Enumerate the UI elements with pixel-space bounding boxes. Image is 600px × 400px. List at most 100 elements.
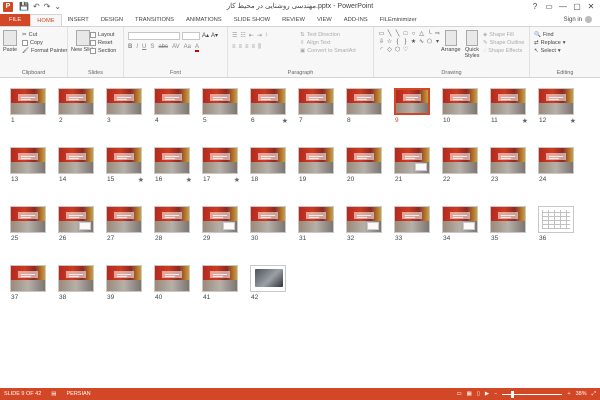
convert-smartart-button[interactable]: ▣ Convert to SmartArt (300, 47, 356, 55)
minimize-button[interactable]: — (556, 0, 570, 12)
shape-effects-button[interactable]: ◌ Shape Effects (483, 47, 524, 55)
shape-textbox-icon[interactable]: ▭ (378, 30, 385, 37)
font-color-icon[interactable]: A (194, 44, 199, 52)
align-center-icon[interactable]: ≡ (239, 44, 243, 51)
slide-preview[interactable] (106, 265, 142, 292)
layout-button[interactable]: Layout (90, 31, 116, 39)
change-case-icon[interactable]: Aa (184, 44, 191, 52)
slide-thumbnail[interactable]: 5 (202, 88, 238, 124)
slide-preview[interactable] (106, 206, 142, 233)
decrease-font-icon[interactable]: A▾ (211, 32, 218, 40)
reading-view-icon[interactable]: ▯ (477, 391, 480, 397)
tab-review[interactable]: REVIEW (276, 14, 311, 26)
slide-preview[interactable] (442, 206, 478, 233)
numbering-icon[interactable]: ☷ (240, 32, 245, 39)
animation-star-icon[interactable]: ★ (186, 176, 192, 184)
slide-thumbnail[interactable]: 15 ★ (106, 147, 144, 184)
slide-preview[interactable] (106, 88, 142, 115)
shape-hexagon-icon[interactable]: ⬡ (394, 46, 401, 53)
shape-more-icon[interactable]: ▾ (434, 38, 441, 45)
save-icon[interactable]: 💾 (19, 2, 29, 11)
shape-triangle-icon[interactable]: △ (418, 30, 425, 37)
slide-preview[interactable] (202, 88, 238, 115)
language-status[interactable]: PERSIAN (67, 391, 91, 397)
tab-home[interactable]: HOME (30, 14, 62, 26)
slide-preview[interactable] (538, 147, 574, 174)
increase-font-icon[interactable]: A▴ (202, 32, 209, 40)
cut-button[interactable]: ✂ Cut (22, 31, 67, 39)
maximize-button[interactable]: ▢ (570, 0, 584, 12)
zoom-slider-thumb[interactable] (510, 390, 514, 398)
shape-star-icon[interactable]: ☆ (386, 38, 393, 45)
sign-in-link[interactable]: Sign in (564, 16, 592, 23)
slide-thumbnail[interactable]: 39 (106, 265, 142, 301)
columns-icon[interactable]: ⫼ (258, 44, 261, 51)
animation-star-icon[interactable]: ★ (138, 176, 144, 184)
slide-sorter-view-icon[interactable]: ▦ (467, 391, 472, 397)
slide-thumbnail[interactable]: 41 (202, 265, 238, 301)
slide-thumbnail[interactable]: 1 (10, 88, 46, 124)
shape-arrow-icon[interactable]: ⇨ (434, 30, 441, 37)
replace-button[interactable]: ⇄ Replace ▾ (534, 39, 566, 47)
tab-animations[interactable]: ANIMATIONS (180, 14, 228, 26)
slide-thumbnail[interactable]: 17 ★ (202, 147, 240, 184)
slide-thumbnail[interactable]: 7 (298, 88, 334, 124)
slide-preview[interactable] (250, 88, 286, 115)
slide-thumbnail[interactable]: 13 (10, 147, 46, 183)
find-button[interactable]: 🔍 Find (534, 31, 566, 39)
slide-preview[interactable] (58, 88, 94, 115)
slide-thumbnail[interactable]: 36 (538, 206, 574, 242)
slide-thumbnail[interactable]: 28 (154, 206, 190, 242)
slide-thumbnail[interactable]: 9 (393, 87, 431, 124)
slide-thumbnail[interactable]: 24 (538, 147, 574, 183)
slide-thumbnail[interactable]: 34 (442, 206, 478, 242)
customize-qat-icon[interactable]: ⌄ (54, 2, 61, 11)
animation-star-icon[interactable]: ★ (570, 117, 576, 125)
slide-preview[interactable] (154, 88, 190, 115)
zoom-level[interactable]: 38% (576, 391, 587, 397)
slide-thumbnail[interactable]: 27 (106, 206, 142, 242)
shape-oval-icon[interactable]: ○ (410, 30, 417, 37)
slide-preview[interactable] (538, 88, 574, 115)
slide-thumbnail[interactable]: 25 (10, 206, 46, 242)
shape-rect-icon[interactable]: □ (402, 30, 409, 37)
slide-thumbnail[interactable]: 31 (298, 206, 334, 242)
slide-thumbnail[interactable]: 38 (58, 265, 94, 301)
slide-thumbnail[interactable]: 11 ★ (490, 88, 528, 125)
slide-thumbnail[interactable]: 22 (442, 147, 478, 183)
slide-preview[interactable] (490, 206, 526, 233)
text-direction-button[interactable]: ⇅ Text Direction (300, 31, 356, 39)
slide-preview[interactable] (298, 147, 334, 174)
shapes-gallery[interactable]: ▭ ╲ ╲ □ ○ △ └ ⇨ ⇩ ☆ { } ★ ∿ ⬠ ▾ ◜ ◇ ⬡ ♡ (378, 30, 441, 54)
shape-arrow-icon[interactable]: ⇩ (378, 38, 385, 45)
powerpoint-app-icon[interactable]: P (3, 1, 13, 12)
zoom-in-button[interactable]: + (567, 391, 570, 397)
slide-thumbnail[interactable]: 40 (154, 265, 190, 301)
slide-thumbnail[interactable]: 2 (58, 88, 94, 124)
slide-sorter[interactable]: 1 2 3 4 5 6 ★ 7 8 9 10 11 ★ 12 ★ 13 14 15 ★ 16 ★ 17 ★ 18 19 20 21 2… (0, 78, 600, 388)
slide-thumbnail[interactable]: 33 (394, 206, 430, 242)
format-painter-button[interactable]: 🖌 Format Painter (22, 47, 67, 55)
slide-preview[interactable] (394, 147, 430, 174)
select-button[interactable]: ↖ Select ▾ (534, 47, 566, 55)
help-icon[interactable]: ? (528, 0, 542, 12)
shape-outline-button[interactable]: ✎ Shape Outline (483, 39, 524, 47)
slide-preview[interactable] (346, 206, 382, 233)
slide-preview[interactable] (10, 88, 46, 115)
justify-icon[interactable]: ≡ (252, 44, 256, 51)
shape-line-icon[interactable]: ╲ (386, 30, 393, 37)
tab-file[interactable]: FILE (0, 14, 31, 26)
slide-preview[interactable] (250, 147, 286, 174)
italic-icon[interactable]: I (136, 44, 138, 52)
slide-thumbnail[interactable]: 10 (442, 88, 478, 124)
copy-button[interactable]: Copy (22, 39, 67, 47)
slide-preview[interactable] (490, 147, 526, 174)
align-right-icon[interactable]: ≡ (245, 44, 249, 51)
shape-brace-icon[interactable]: { (394, 38, 401, 45)
slide-preview[interactable] (58, 147, 94, 174)
tab-fileminimizer[interactable]: FILEminimizer (374, 14, 423, 26)
slide-preview[interactable] (298, 206, 334, 233)
align-left-icon[interactable]: ≡ (232, 44, 236, 51)
shape-brace-icon[interactable]: } (402, 38, 409, 45)
shape-heart-icon[interactable]: ♡ (402, 46, 409, 53)
